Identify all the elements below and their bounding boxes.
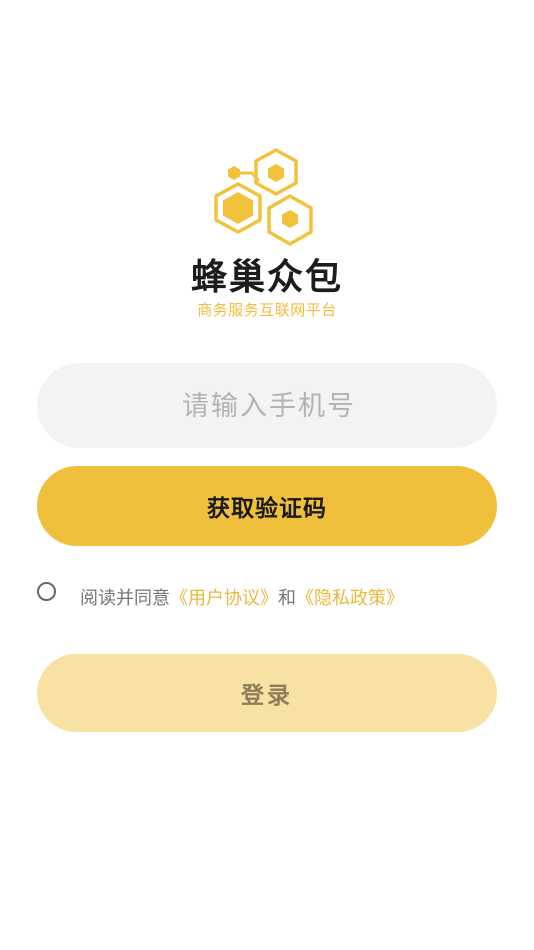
agreement-connector: 和 (278, 588, 296, 609)
phone-field (37, 363, 501, 450)
brand-logo: 蜂巢众包 商务服务互联网平台 (0, 148, 534, 320)
privacy-policy-link[interactable]: 《隐私政策》 (296, 584, 404, 610)
agreement-text: 阅读并同意 《用户协议》 和 《隐私政策》 (80, 584, 404, 610)
honeycomb-icon (214, 148, 313, 246)
agreement-row: 阅读并同意 《用户协议》 和 《隐私政策》 (37, 581, 404, 612)
login-button[interactable]: 登录 (37, 654, 497, 732)
user-agreement-link[interactable]: 《用户协议》 (170, 584, 278, 610)
agreement-radio[interactable] (37, 581, 56, 601)
agreement-prefix: 阅读并同意 (80, 588, 170, 609)
get-code-button[interactable]: 获取验证码 (37, 466, 497, 546)
phone-input[interactable] (37, 363, 501, 450)
brand-name: 蜂巢众包 (190, 257, 343, 298)
brand-slogan: 商务服务互联网平台 (197, 301, 337, 319)
